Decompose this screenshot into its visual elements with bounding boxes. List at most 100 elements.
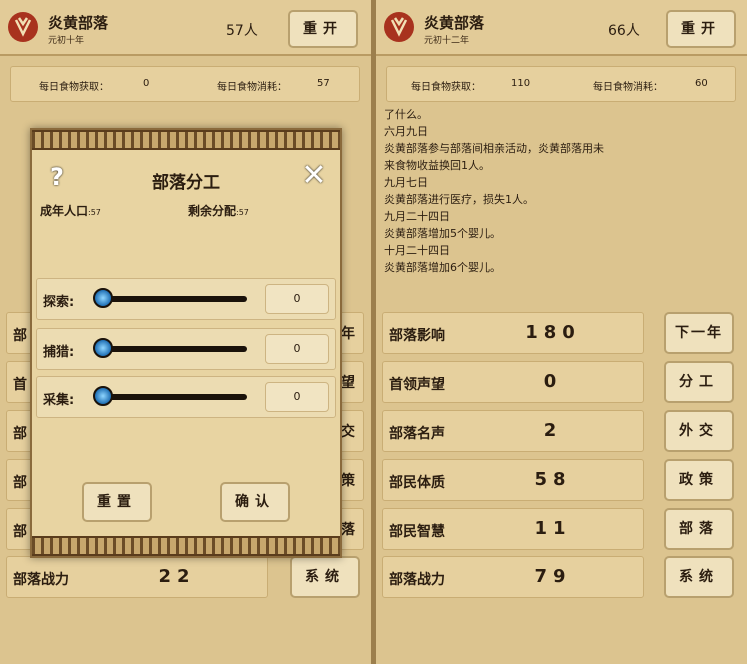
dialog-border-top [32,130,340,150]
food-gain-value: 110 [511,78,531,89]
log-line: 炎黄部落增加6个婴儿。 [384,261,501,274]
job-value[interactable]: 0 [265,334,329,364]
side-button-label: 落 [341,522,355,538]
side-button-label: 策 [341,473,355,489]
food-use-value: 60 [695,78,708,89]
job-slider-track[interactable] [97,346,247,352]
job-label: 采集: [43,393,75,408]
side-button-label: 望 [341,375,355,391]
tribe-emblem-icon [384,12,414,42]
stat-row-prestige: 首领声望 0 [382,361,644,403]
restart-button[interactable]: 重开 [666,10,736,48]
job-value[interactable]: 0 [265,284,329,314]
dialog-title: 部落分工 [152,173,220,193]
log-line: 九月二十四日 [384,210,450,223]
stat-row-wisdom: 部民智慧 11 [382,508,644,550]
log-line: 九月七日 [384,176,428,189]
job-slider-track[interactable] [97,296,247,302]
stat-label: 部落战力 [389,572,445,588]
stat-value: 79 [534,566,572,587]
tribe-button[interactable]: 部落 [664,508,734,550]
era-label: 元初十二年 [424,36,470,46]
food-use-label: 每日食物消耗： [217,82,287,93]
stat-label: 部落名声 [389,426,445,442]
adult-population: 成年人口:57 [40,202,101,219]
job-slider-track[interactable] [97,394,247,400]
log-line: 来食物收益换回1人。 [384,159,490,172]
log-line: 了什么。 [384,108,428,121]
dialog-border-bottom [32,536,340,556]
next-year-button[interactable]: 下一年 [664,312,734,354]
side-button-label: 交 [341,424,355,440]
food-bar: 每日食物获取： 110 每日食物消耗： 60 [386,66,736,102]
job-row-gather: 采集: 0 [36,376,336,418]
log-line: 炎黄部落进行医疗，损失1人。 [384,193,534,206]
log-line: 十月二十四日 [384,244,450,257]
job-row-hunt: 捕猎: 0 [36,328,336,370]
stat-row-reputation: 部落名声 2 [382,410,644,452]
stat-label: 首 [13,377,27,393]
restart-button[interactable]: 重开 [288,10,358,48]
stat-row-battle: 部落战力 22 [6,556,268,598]
population-count: 57人 [226,23,258,39]
right-screen: 炎黄部落 元初十二年 66人 重开 每日食物获取： 110 每日食物消耗： 60… [376,0,747,664]
adults-value: :57 [88,208,101,217]
food-bar: 每日食物获取： 0 每日食物消耗： 57 [10,66,360,102]
stat-label: 部 [13,524,27,540]
log-line: 六月九日 [384,125,428,138]
food-use-value: 57 [317,78,330,89]
division-of-labor-dialog: ? 部落分工 ✕ 成年人口:57 剩余分配:57 探索: 0 捕猎: 0 采集:… [30,128,342,558]
job-slider-knob[interactable] [93,386,113,406]
stat-row-physique: 部民体质 58 [382,459,644,501]
confirm-button[interactable]: 确认 [220,482,290,522]
log-line: 炎黄部落参与部落间相亲活动，炎黄部落用未 [384,142,604,155]
food-gain-label: 每日食物获取： [411,82,481,93]
stat-value: 2 [543,420,563,441]
stat-row-influence: 部落影响 180 [382,312,644,354]
food-gain-value: 0 [143,78,150,89]
close-icon[interactable]: ✕ [300,161,328,191]
event-log: 了什么。 六月九日 炎黄部落参与部落间相亲活动，炎黄部落用未 来食物收益换回1人… [384,106,744,276]
diplomacy-button[interactable]: 外交 [664,410,734,452]
remain-value: :57 [236,208,249,217]
food-gain-label: 每日食物获取： [39,82,109,93]
job-row-explore: 探索: 0 [36,278,336,320]
job-value[interactable]: 0 [265,382,329,412]
left-screen: 炎黄部落 元初十年 57人 重开 每日食物获取： 0 每日食物消耗： 57 部 … [0,0,371,664]
stat-label: 部 [13,328,27,344]
stat-value: 58 [534,469,572,490]
population-count: 66人 [608,23,640,39]
stat-label: 部落战力 [13,572,69,588]
policy-button[interactable]: 政策 [664,459,734,501]
header-bar: 炎黄部落 元初十年 57人 重开 [0,0,371,56]
stat-label: 首领声望 [389,377,445,393]
job-label: 探索: [43,295,75,310]
tribe-name: 炎黄部落 [48,14,109,32]
tribe-emblem-icon [8,12,38,42]
stat-label: 部落影响 [389,328,445,344]
stat-value: 11 [534,518,572,539]
system-button[interactable]: 系统 [290,556,360,598]
remain-label: 剩余分配 [188,204,237,218]
log-line: 炎黄部落增加5个婴儿。 [384,227,501,240]
stat-label: 部 [13,426,27,442]
adults-label: 成年人口 [40,204,89,218]
job-label: 捕猎: [43,345,75,360]
stat-label: 部民体质 [389,475,445,491]
food-use-label: 每日食物消耗： [593,82,663,93]
side-button-label: 年 [341,326,355,342]
remaining-allocation: 剩余分配:57 [188,202,249,219]
labor-button[interactable]: 分工 [664,361,734,403]
stat-value: 180 [525,322,581,343]
job-slider-knob[interactable] [93,288,113,308]
job-slider-knob[interactable] [93,338,113,358]
stat-value: 22 [158,566,196,587]
tribe-name: 炎黄部落 [424,14,485,32]
header-bar: 炎黄部落 元初十二年 66人 重开 [376,0,747,56]
reset-button[interactable]: 重置 [82,482,152,522]
stat-label: 部 [13,475,27,491]
era-label: 元初十年 [48,36,85,46]
system-button[interactable]: 系统 [664,556,734,598]
stat-label: 部民智慧 [389,524,445,540]
stat-value: 0 [543,371,563,392]
